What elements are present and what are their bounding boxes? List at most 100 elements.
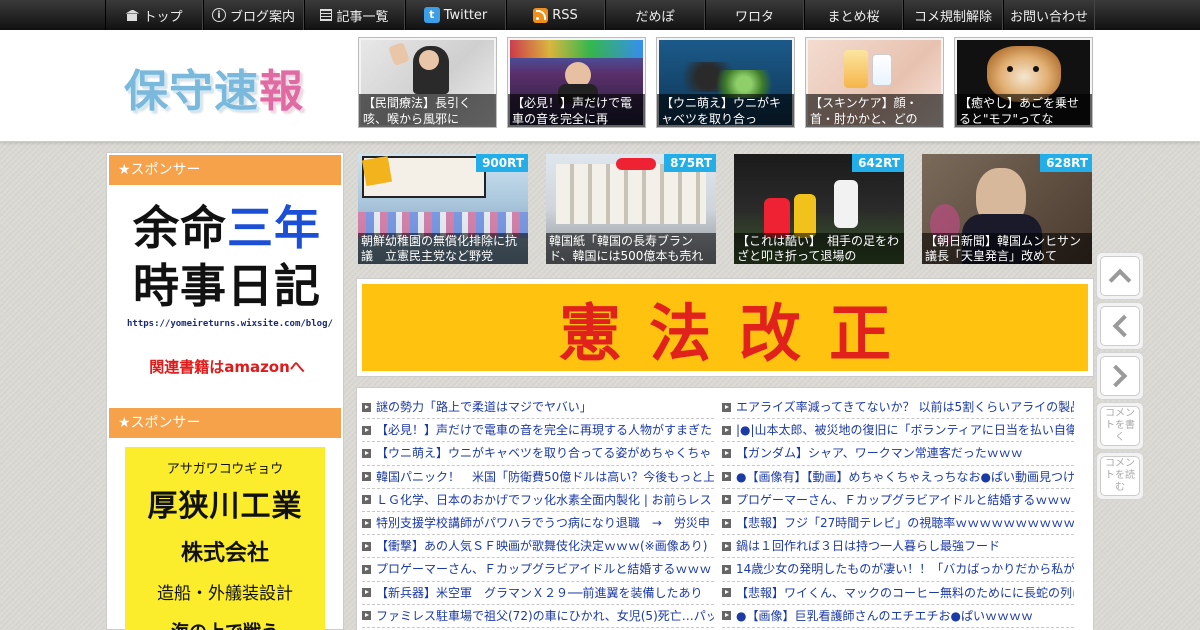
write-comment-button[interactable]: コメントを書く [1096,402,1144,450]
rt-item-1[interactable]: 900RT 朝鮮幼稚園の無償化排除に抗議 立憲民主党など野党 [358,154,528,264]
prev-article-button[interactable] [1096,302,1144,350]
news-link[interactable]: 【衝撃】あの人気ＳＦ映画が歌舞伎化決定ｗｗｗ(※画像あり) [362,535,714,559]
news-link[interactable]: プロゲーマーさん、Ｆカップグラビアイドルと結婚するｗｗｗ [362,558,714,582]
nav-item-3[interactable]: 記事一覧 [304,0,405,30]
arrow-bullet-icon [722,611,731,621]
sponsor-heading: ★スポンサー [109,155,341,185]
nav-item-label: ワロタ [734,9,774,25]
nav-item-label: コメ規制解除 [913,9,992,25]
nav-item-5[interactable]: RSS [506,0,605,30]
arrow-bullet-icon [722,495,731,505]
rt-item-4[interactable]: 628RT 【朝日新聞】韓国ムンヒサン議長「天皇発言」改めて [922,154,1092,264]
news-title: ●【画像有】【動画】めちゃくちゃえっちなお●ぱい動画見つけ [736,469,1074,484]
nav-item-7[interactable]: ワロタ [705,0,804,30]
header-thumb-4[interactable]: 【スキンケア】顔・首・肘かかと、どの [805,37,944,128]
news-link[interactable]: プロゲーマーさん、Ｆカップグラビアイドルと結婚するｗｗｗ [722,489,1074,512]
site-logo[interactable]: 保守速報 [124,55,304,119]
nav-item-label: お問い合わせ [1009,9,1088,25]
news-title: 【衝撃】あの人気ＳＦ映画が歌舞伎化決定ｗｗｗ(※画像あり) [376,539,708,554]
header-thumb-1[interactable]: 【民間療法】長引く咳、喉から風邪に [358,37,497,128]
header-thumb-caption: 【スキンケア】顔・首・肘かかと、どの [806,94,943,127]
news-link[interactable]: 鍋は１回作れば３日は持つ一人暮らし最強フード [722,535,1074,559]
news-link[interactable]: 【新兵器】米空軍 グラマンＸ２９──前進翼を装備したあり [362,582,714,605]
arrow-bullet-icon [362,588,371,598]
news-title: 【ウニ萌え】ウニがキャベツを取り合ってる姿がめちゃくちゃ [376,446,712,461]
nav-item-6[interactable]: だめぽ [605,0,705,30]
news-link[interactable]: ●【画像】巨乳看護師さんのエチエチお●ぱいｗｗｗｗ [722,605,1074,628]
nav-item-10[interactable]: お問い合わせ [1003,0,1095,30]
nav-item-4[interactable]: t Twitter [405,0,506,30]
chevron-right-icon [1104,364,1128,388]
news-title: 謎の勢力「路上で柔道はマジでヤバい」 [376,400,592,415]
rt-count-badge: 875RT [664,154,716,172]
news-link[interactable]: 【悲報】ワイくん、マックのコーヒー無料のためにに長蛇の列に [722,582,1074,605]
nav-item-label: まとめ桜 [827,9,880,25]
news-link[interactable]: 特別支援学校講師がパワハラでうつ病になり退職 → 労災申 [362,512,714,536]
sponsor-ad-asagawa[interactable]: アサガワコウギョウ 厚狭川工業 株式会社 造船・外艤装設計 海の上で戦う [125,447,325,630]
nav-item-label: Twitter [443,7,488,23]
arrow-bullet-icon [362,402,371,412]
arrow-bullet-icon [722,588,731,598]
news-title: 韓国パニック！ 米国「防衛費50億ドルは高い？今後もっと上 [376,469,714,484]
next-article-button[interactable] [1096,352,1144,400]
sponsor-ad-yomei[interactable]: 余命三年 時事日記 https://yomeireturns.wixsite.c… [127,199,333,377]
top-navigation-bar: トップ i ブログ案内 記事一覧 t Twitter RSS だめぽ ワロタ まとめ桜 コメ規制解除… [0,0,1200,30]
news-link[interactable]: ＬＧ化学、日本のおかげでフッ化水素全面内製化 | お前らレス [362,489,714,512]
rt-count-badge: 628RT [1040,154,1092,172]
rss-icon [533,7,549,23]
chevron-left-icon [1112,314,1136,338]
news-link[interactable]: 【悲報】フジ「27時間テレビ」の視聴率ｗｗｗｗｗｗｗｗｗｗ [722,512,1074,536]
news-link[interactable]: ファミレス駐車場で祖父(72)の車にひかれ、女児(5)死亡…パッ [362,605,714,628]
header-thumb-3[interactable]: 【ウニ萌え】ウニがキャベツを取り合っ [656,37,795,128]
arrow-bullet-icon [722,564,731,574]
arrow-bullet-icon [722,448,731,458]
news-link[interactable]: 謎の勢力「路上で柔道はマジでヤバい」 [362,396,714,420]
header-thumb-caption: 【必見！】声だけで電車の音を完全に再 [508,94,645,127]
ad-company-kana: アサガワコウギョウ [166,462,284,477]
news-title: プロゲーマーさん、Ｆカップグラビアイドルと結婚するｗｗｗ [376,562,712,577]
ad-company-service: 造船・外艤装設計 [157,584,293,604]
news-title: ファミレス駐車場で祖父(72)の車にひかれ、女児(5)死亡…パッ [376,608,714,623]
arrow-bullet-icon [722,425,731,435]
news-link[interactable]: |●|山本太郎、被災地の復旧に「ボランティアに日当を払い自衛 [722,419,1074,443]
header-thumb-5[interactable]: 【癒やし】あごを乗せると"モフ"ってな [954,37,1093,128]
news-title: 【必見！】声だけで電車の音を完全に再現する人物がすまぎた [376,423,713,438]
nav-item-label: トップ [143,9,183,25]
nav-item-label: RSS [552,7,578,23]
banner-text: 憲法改正 [362,284,1088,371]
nav-item-1[interactable]: トップ [105,0,203,30]
arrow-bullet-icon [362,611,371,621]
amazon-link[interactable]: 関連書籍はamazonへ [127,356,327,377]
rt-ranking: 900RT 朝鮮幼稚園の無償化排除に抗議 立憲民主党など野党 875RT 韓国紙… [358,154,1092,264]
main-content: 900RT 朝鮮幼稚園の無償化排除に抗議 立憲民主党など野党 875RT 韓国紙… [354,152,1094,630]
news-link[interactable]: 韓国パニック！ 米国「防衛費50億ドルは高い？今後もっと上 [362,466,714,489]
nav-item-2[interactable]: i ブログ案内 [203,0,304,30]
news-link[interactable]: 【必見！】声だけで電車の音を完全に再現する人物がすまぎた [362,419,714,443]
nav-item-label: だめぽ [635,9,675,25]
news-title: ＬＧ化学、日本のおかげでフッ化水素全面内製化 | お前らレス [376,492,712,507]
ad-url: https://yomeireturns.wixsite.com/blog/ [127,319,333,329]
arrow-bullet-icon [362,564,371,574]
news-link[interactable]: 14歳少女の発明したものが凄い！！「バカばっかりだから私が [722,558,1074,582]
news-link[interactable]: 【ガンダム】シャア、ワークマン常連客だったｗｗｗ [722,442,1074,466]
news-title: 【ガンダム】シャア、ワークマン常連客だったｗｗｗ [736,446,1023,461]
read-comment-button[interactable]: コメントを読む [1096,452,1144,500]
header-thumb-2[interactable]: 【必見！】声だけで電車の音を完全に再 [507,37,646,128]
scroll-top-button[interactable] [1096,252,1144,300]
nav-item-label: ブログ案内 [229,9,295,25]
news-title: プロゲーマーさん、Ｆカップグラビアイドルと結婚するｗｗｗ [736,492,1072,507]
news-title: 【悲報】ワイくん、マックのコーヒー無料のためにに長蛇の列に [736,585,1074,600]
arrow-bullet-icon [362,448,371,458]
nav-item-8[interactable]: まとめ桜 [804,0,903,30]
rt-item-2[interactable]: 875RT 韓国紙「韓国の長寿ブランド、韓国には500億本も売れ [546,154,716,264]
news-link[interactable]: 【ウニ萌え】ウニがキャベツを取り合ってる姿がめちゃくちゃ [362,442,714,466]
news-link[interactable]: ●【画像有】【動画】めちゃくちゃえっちなお●ぱい動画見つけ [722,466,1074,489]
ad-company-type: 株式会社 [180,541,269,566]
header-thumb-caption: 【癒やし】あごを乗せると"モフ"ってな [955,94,1092,127]
constitution-banner[interactable]: 憲法改正 [356,278,1094,377]
home-icon [125,10,139,21]
news-link[interactable]: エアライズ率減ってきてないか？ 以前は5割くらいアライの製品 [722,396,1074,420]
ad-title-line2: 時事日記 [133,259,321,313]
rt-item-3[interactable]: 642RT 【これは酷い】 相手の足をわざと叩き折って退場の [734,154,904,264]
nav-item-9[interactable]: コメ規制解除 [903,0,1003,30]
